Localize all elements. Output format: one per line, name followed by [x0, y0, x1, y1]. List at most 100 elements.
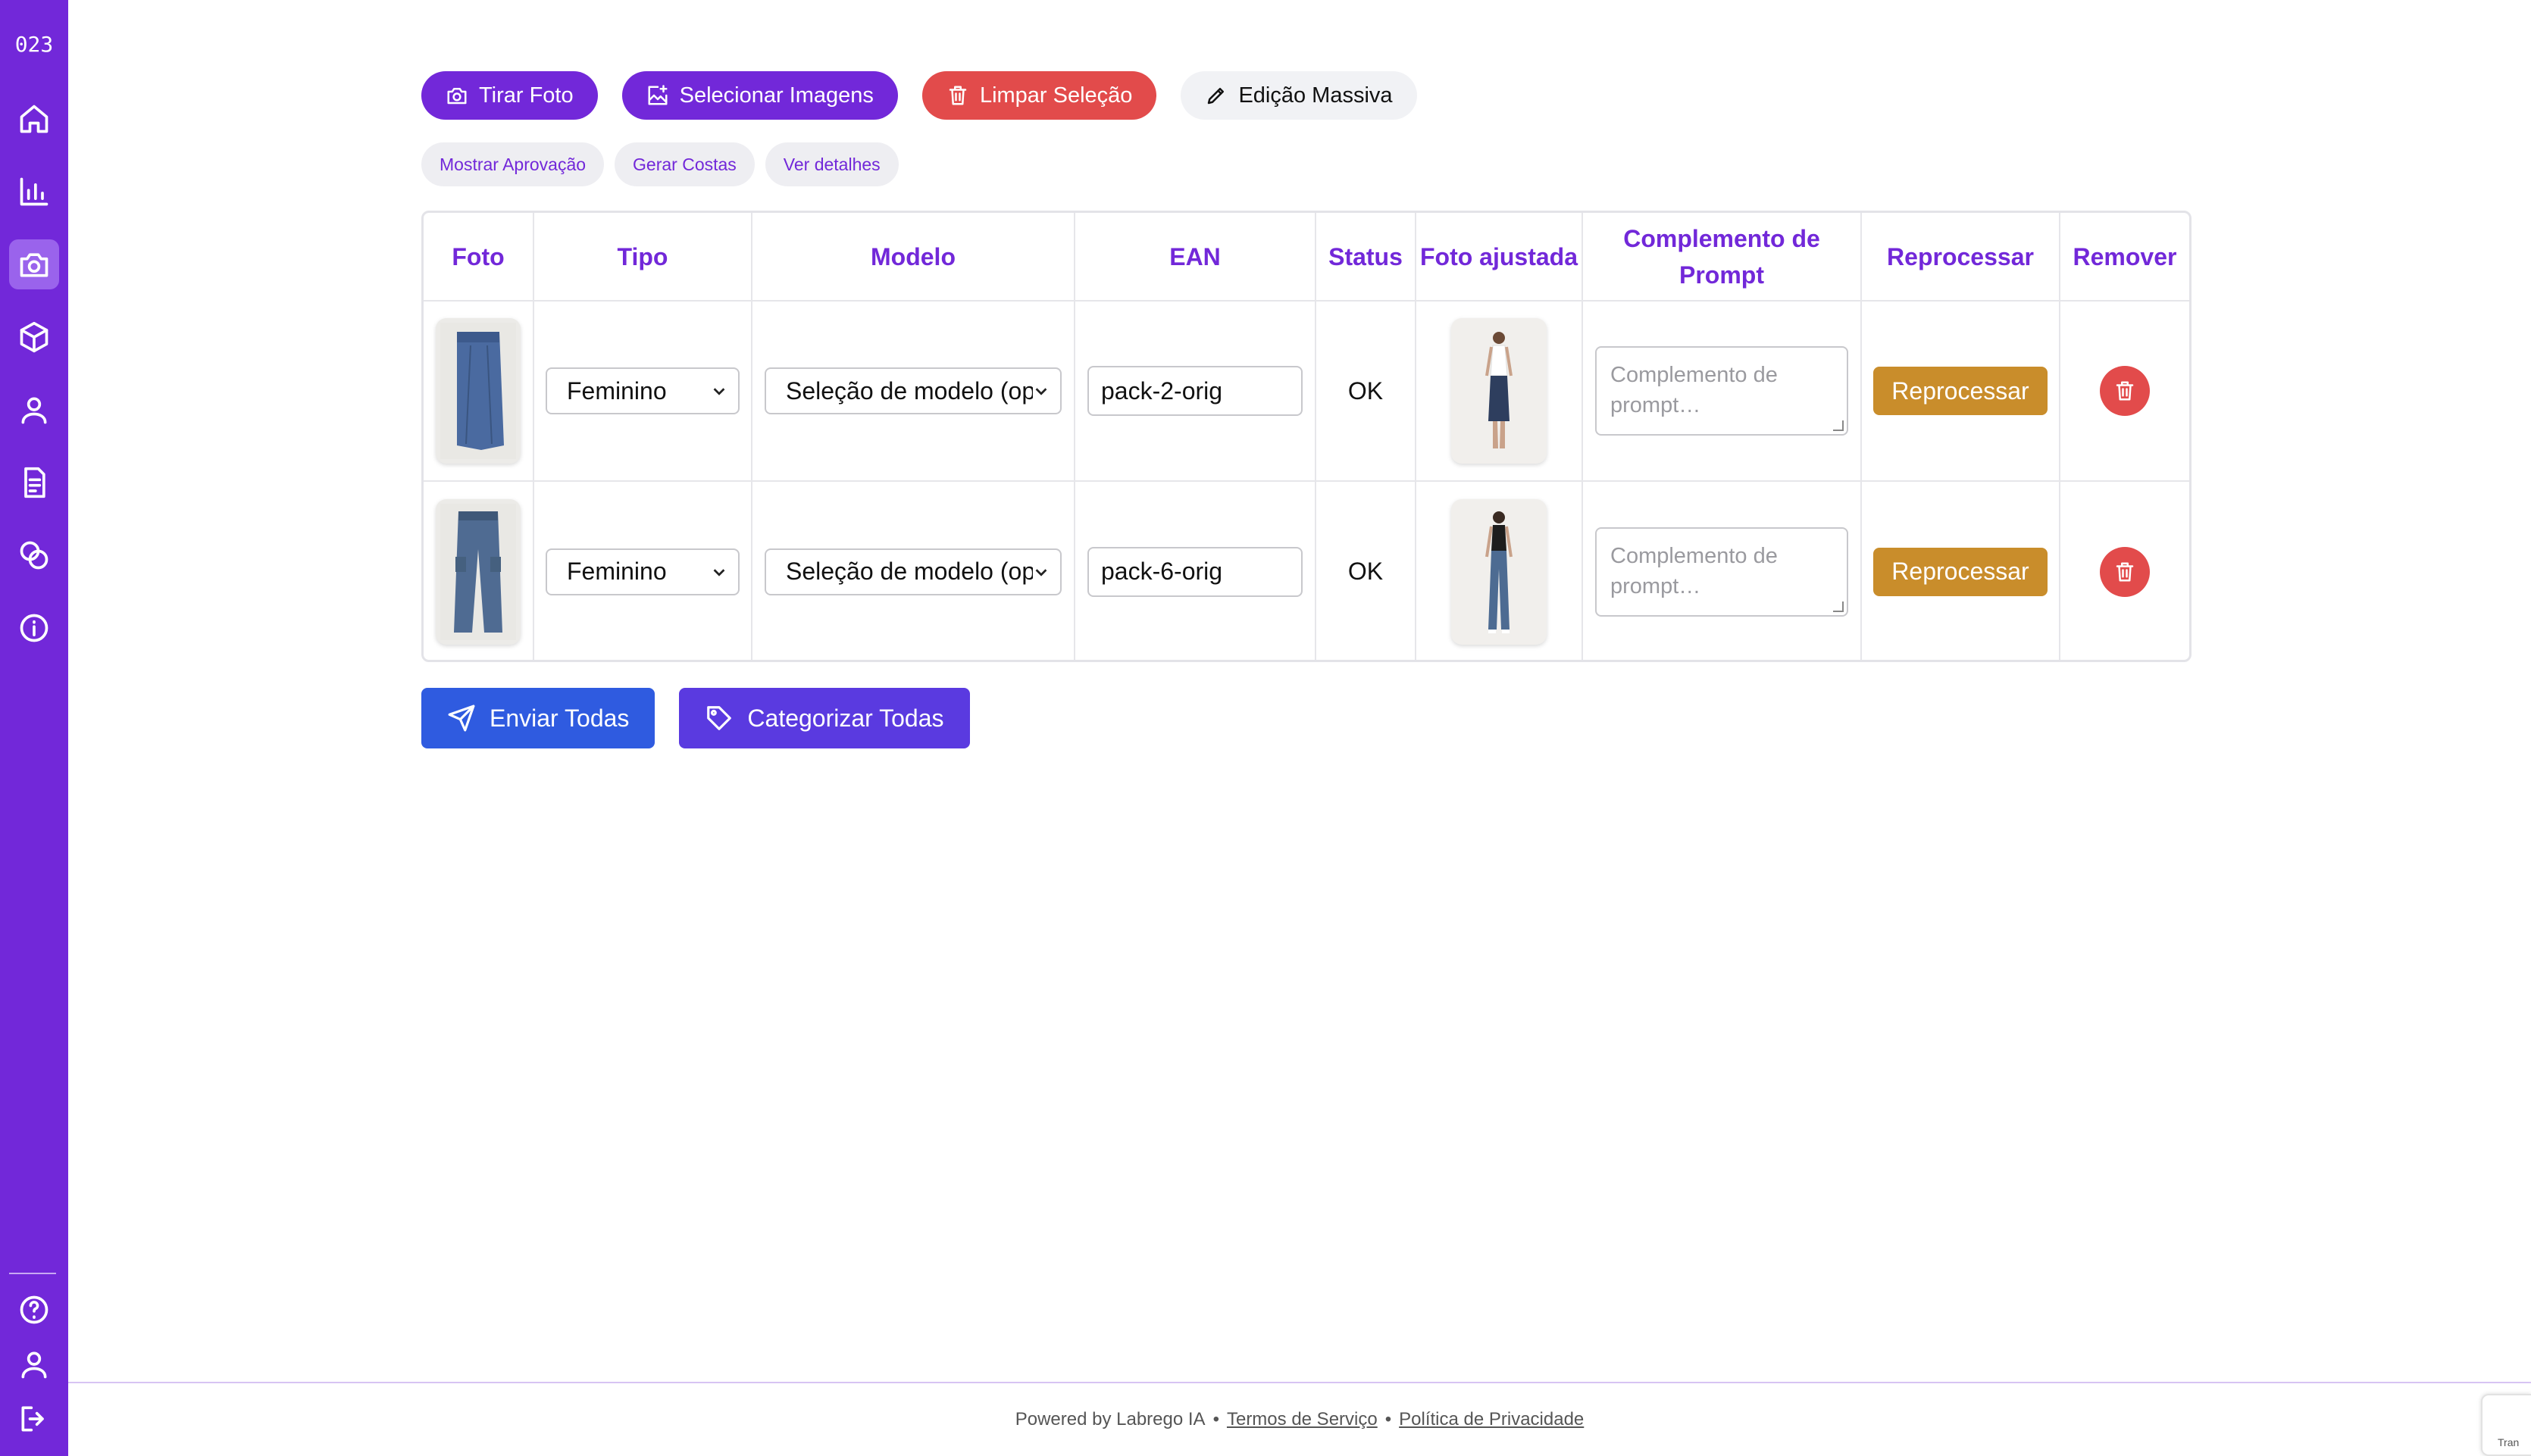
remove-button[interactable]: [2100, 546, 2150, 597]
type-select-value: Feminino: [567, 558, 667, 585]
pencil-icon: [1208, 88, 1225, 105]
table-row: Feminino Seleção de modelo (op pack-2-or…: [424, 300, 2189, 482]
trash-icon: [2116, 562, 2134, 581]
secondary-toolbar: Mostrar Aprovação Gerar Costas Ver detal…: [421, 142, 899, 186]
camera-icon: [447, 88, 467, 105]
take-photo-button[interactable]: Tirar Foto: [421, 71, 598, 120]
sidebar-item-help[interactable]: [9, 1285, 59, 1335]
sidebar-item-reports[interactable]: [9, 458, 59, 508]
header-reprocess: Reprocessar: [1860, 213, 2060, 302]
table-header-row: Foto Tipo Modelo EAN Status Foto ajustad…: [424, 213, 2189, 302]
sidebar-item-profile[interactable]: [9, 1339, 59, 1389]
status-text: OK: [1347, 376, 1384, 405]
send-icon: [448, 705, 475, 732]
send-all-button[interactable]: Enviar Todas: [421, 688, 655, 748]
logout-icon: [21, 1406, 44, 1432]
images-table: Foto Tipo Modelo EAN Status Foto ajustad…: [421, 211, 2192, 662]
info-icon: [20, 614, 48, 642]
header-model: Modelo: [751, 213, 1075, 302]
reprocess-button[interactable]: Reprocessar: [1873, 367, 2048, 415]
bar-chart-icon: [20, 177, 48, 206]
header-remove: Remover: [2059, 213, 2189, 302]
model-wearing-pants-photo: [1461, 503, 1537, 640]
powered-by-text: Powered by Labrego IA: [1015, 1409, 1206, 1429]
privacy-link[interactable]: Política de Privacidade: [1399, 1409, 1584, 1430]
model-wearing-skirt-photo: [1461, 323, 1537, 459]
reprocess-button[interactable]: Reprocessar: [1873, 547, 2048, 596]
table-row: Feminino Seleção de modelo (op pack-6-or…: [424, 480, 2189, 660]
original-photo-thumbnail[interactable]: [436, 498, 521, 645]
terms-link[interactable]: Termos de Serviço: [1227, 1409, 1378, 1430]
box-icon: [20, 321, 48, 353]
type-select[interactable]: Feminino: [546, 367, 740, 414]
status-text: OK: [1347, 558, 1384, 585]
footer-separator: •: [1212, 1409, 1219, 1429]
clear-selection-button[interactable]: Limpar Seleção: [921, 71, 1157, 120]
sidebar-item-products[interactable]: [9, 312, 59, 362]
bulk-actions: Enviar Todas Categorizar Todas: [421, 688, 970, 748]
home-icon: [20, 105, 48, 133]
type-select[interactable]: Feminino: [546, 548, 740, 595]
chevron-down-icon: [1035, 568, 1047, 576]
header-prompt-complement: Complemento de Prompt: [1581, 213, 1862, 302]
brand-label: 023: [14, 32, 54, 57]
user-icon: [21, 397, 47, 424]
select-images-button[interactable]: Selecionar Imagens: [621, 71, 898, 120]
help-icon: [20, 1295, 48, 1324]
chevron-down-icon: [713, 388, 725, 395]
model-select-value: Seleção de modelo (op: [786, 376, 1033, 405]
show-approval-button[interactable]: Mostrar Aprovação: [421, 142, 605, 186]
sidebar-divider: [9, 1273, 56, 1274]
model-select[interactable]: Seleção de modelo (op: [765, 367, 1062, 414]
coins-icon: [20, 541, 48, 570]
prompt-complement-textarea[interactable]: Complemento de prompt…: [1595, 346, 1848, 436]
original-photo-thumbnail[interactable]: [436, 318, 521, 464]
image-plus-icon: [648, 85, 668, 105]
prompt-complement-textarea[interactable]: Complemento de prompt…: [1595, 526, 1848, 617]
ean-input[interactable]: pack-2-orig: [1087, 366, 1303, 416]
sidebar-item-home[interactable]: [9, 94, 59, 144]
header-ean: EAN: [1074, 213, 1316, 302]
clear-selection-label: Limpar Seleção: [979, 83, 1133, 108]
header-adjusted-photo: Foto ajustada: [1415, 213, 1583, 302]
header-photo: Foto: [424, 213, 534, 302]
model-select-value: Seleção de modelo (op: [786, 558, 1033, 585]
take-photo-label: Tirar Foto: [479, 83, 574, 108]
profile-icon: [21, 1351, 47, 1379]
camera-icon: [20, 253, 48, 277]
sidebar-item-credits[interactable]: [9, 530, 59, 580]
adjusted-photo-thumbnail[interactable]: [1451, 498, 1547, 645]
trash-icon: [949, 86, 967, 105]
generate-backs-button[interactable]: Gerar Costas: [615, 142, 755, 186]
ean-input[interactable]: pack-6-orig: [1087, 546, 1303, 597]
footer-separator: •: [1384, 1409, 1392, 1429]
chevron-down-icon: [713, 568, 725, 576]
sidebar-item-camera[interactable]: [9, 239, 59, 289]
toolbar: Tirar Foto Selecionar Imagens Limpar Sel…: [421, 71, 1417, 120]
remove-button[interactable]: [2100, 366, 2150, 416]
bulk-edit-button[interactable]: Edição Massiva: [1181, 71, 1417, 120]
type-select-value: Feminino: [567, 376, 667, 405]
sidebar-item-info[interactable]: [9, 603, 59, 653]
pants-photo: [440, 503, 516, 640]
select-images-label: Selecionar Imagens: [679, 83, 874, 108]
categorize-all-label: Categorizar Todas: [747, 704, 944, 732]
categorize-all-button[interactable]: Categorizar Todas: [679, 688, 970, 748]
sidebar-item-users[interactable]: [9, 385, 59, 435]
sidebar-item-logout[interactable]: [9, 1394, 59, 1444]
sidebar-item-dashboard[interactable]: [9, 167, 59, 217]
header-status: Status: [1315, 213, 1416, 302]
sidebar: 023: [0, 0, 68, 1456]
header-type: Tipo: [533, 213, 752, 302]
model-select[interactable]: Seleção de modelo (op: [765, 548, 1062, 595]
footer: Powered by Labrego IA • Termos de Serviç…: [68, 1382, 2531, 1456]
recaptcha-badge[interactable]: Tran: [2481, 1394, 2531, 1456]
adjusted-photo-thumbnail[interactable]: [1451, 318, 1547, 464]
chevron-down-icon: [1035, 388, 1047, 395]
bulk-edit-label: Edição Massiva: [1238, 83, 1393, 108]
trash-icon: [2116, 381, 2134, 401]
document-icon: [24, 467, 45, 498]
tag-icon: [707, 706, 732, 730]
skirt-photo: [440, 323, 516, 459]
view-details-button[interactable]: Ver detalhes: [765, 142, 899, 186]
